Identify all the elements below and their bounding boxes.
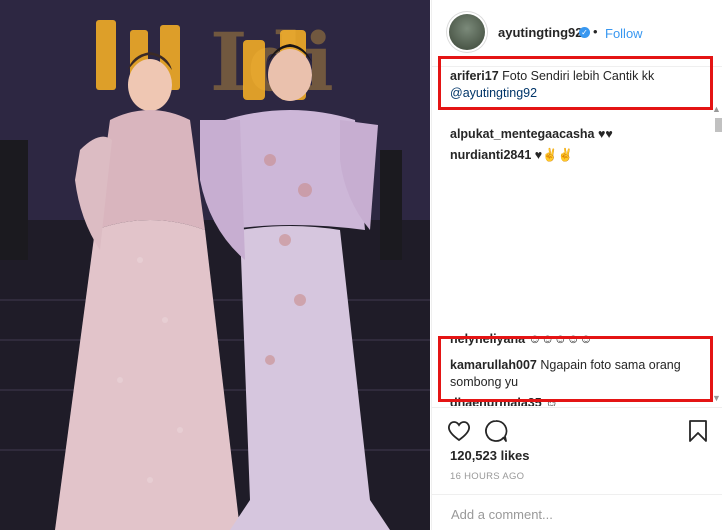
comments-list[interactable]: ariferi17 Foto Sendiri lebih Cantik kk @… xyxy=(432,66,722,406)
comment-text: Foto Sendiri lebih Cantik kk xyxy=(502,69,655,83)
comment-item: kamarullah007 Ngapain foto sama orang xyxy=(450,357,681,374)
avatar[interactable] xyxy=(449,14,485,50)
heart-icon[interactable] xyxy=(447,420,471,442)
post-side-panel: ayutingting92 ✓ • Follow ariferi17 Foto … xyxy=(431,0,722,530)
post-username[interactable]: ayutingting92 xyxy=(498,25,583,40)
comment-text: ♥✌✌ xyxy=(534,148,574,162)
post-actions: 120,523 likes 16 HOURS AGO xyxy=(432,407,722,531)
comment-username[interactable]: dhaenurmala35 xyxy=(450,396,542,406)
comment-item: ariferi17 Foto Sendiri lebih Cantik kk xyxy=(450,68,654,85)
comment-item: alpukat_mentegaacasha ♥♥ xyxy=(450,126,613,143)
follow-button[interactable]: Follow xyxy=(605,26,643,41)
comment-username[interactable]: nurdianti2841 xyxy=(450,148,531,162)
add-comment-bar xyxy=(432,494,722,532)
post-timestamp[interactable]: 16 HOURS AGO xyxy=(450,471,524,482)
scrollbar-thumb[interactable] xyxy=(715,118,722,132)
comment-item: nelyneliyana ☺☺☺☺☺ xyxy=(450,331,592,348)
comment-text: Ngapain foto sama orang xyxy=(540,358,681,372)
comment-username[interactable]: kamarullah007 xyxy=(450,358,537,372)
comment-icon[interactable] xyxy=(484,419,508,443)
bookmark-icon[interactable] xyxy=(688,419,708,443)
photo-illustration: Idi xyxy=(0,0,430,530)
comment-mention[interactable]: @ayutingting92 xyxy=(450,86,537,100)
comment-mention-line: @ayutingting92 xyxy=(450,85,537,102)
scroll-up-arrow-icon[interactable]: ▲ xyxy=(712,104,721,114)
verified-icon: ✓ xyxy=(579,27,590,38)
comment-text: sombong yu xyxy=(450,375,519,389)
likes-count[interactable]: 120,523 likes xyxy=(450,448,530,463)
comment-text: ♥♥ xyxy=(598,127,613,141)
comment-item: dhaenurmala35 ☺ xyxy=(450,395,558,406)
comment-item: nurdianti2841 ♥✌✌ xyxy=(450,147,573,164)
comment-text: ☺☺☺☺☺ xyxy=(528,332,593,346)
comment-continuation: sombong yu xyxy=(450,374,518,391)
separator-dot: • xyxy=(593,24,598,39)
comment-text: ☺ xyxy=(545,396,558,406)
comment-username[interactable]: nelyneliyana xyxy=(450,332,525,346)
add-comment-input[interactable] xyxy=(449,504,703,524)
comment-username[interactable]: ariferi17 xyxy=(450,69,499,83)
post-photo[interactable]: Idi xyxy=(0,0,430,530)
comment-username[interactable]: alpukat_mentegaacasha xyxy=(450,127,595,141)
scroll-down-arrow-icon[interactable]: ▼ xyxy=(712,393,721,403)
post-header: ayutingting92 ✓ • Follow xyxy=(432,0,722,67)
